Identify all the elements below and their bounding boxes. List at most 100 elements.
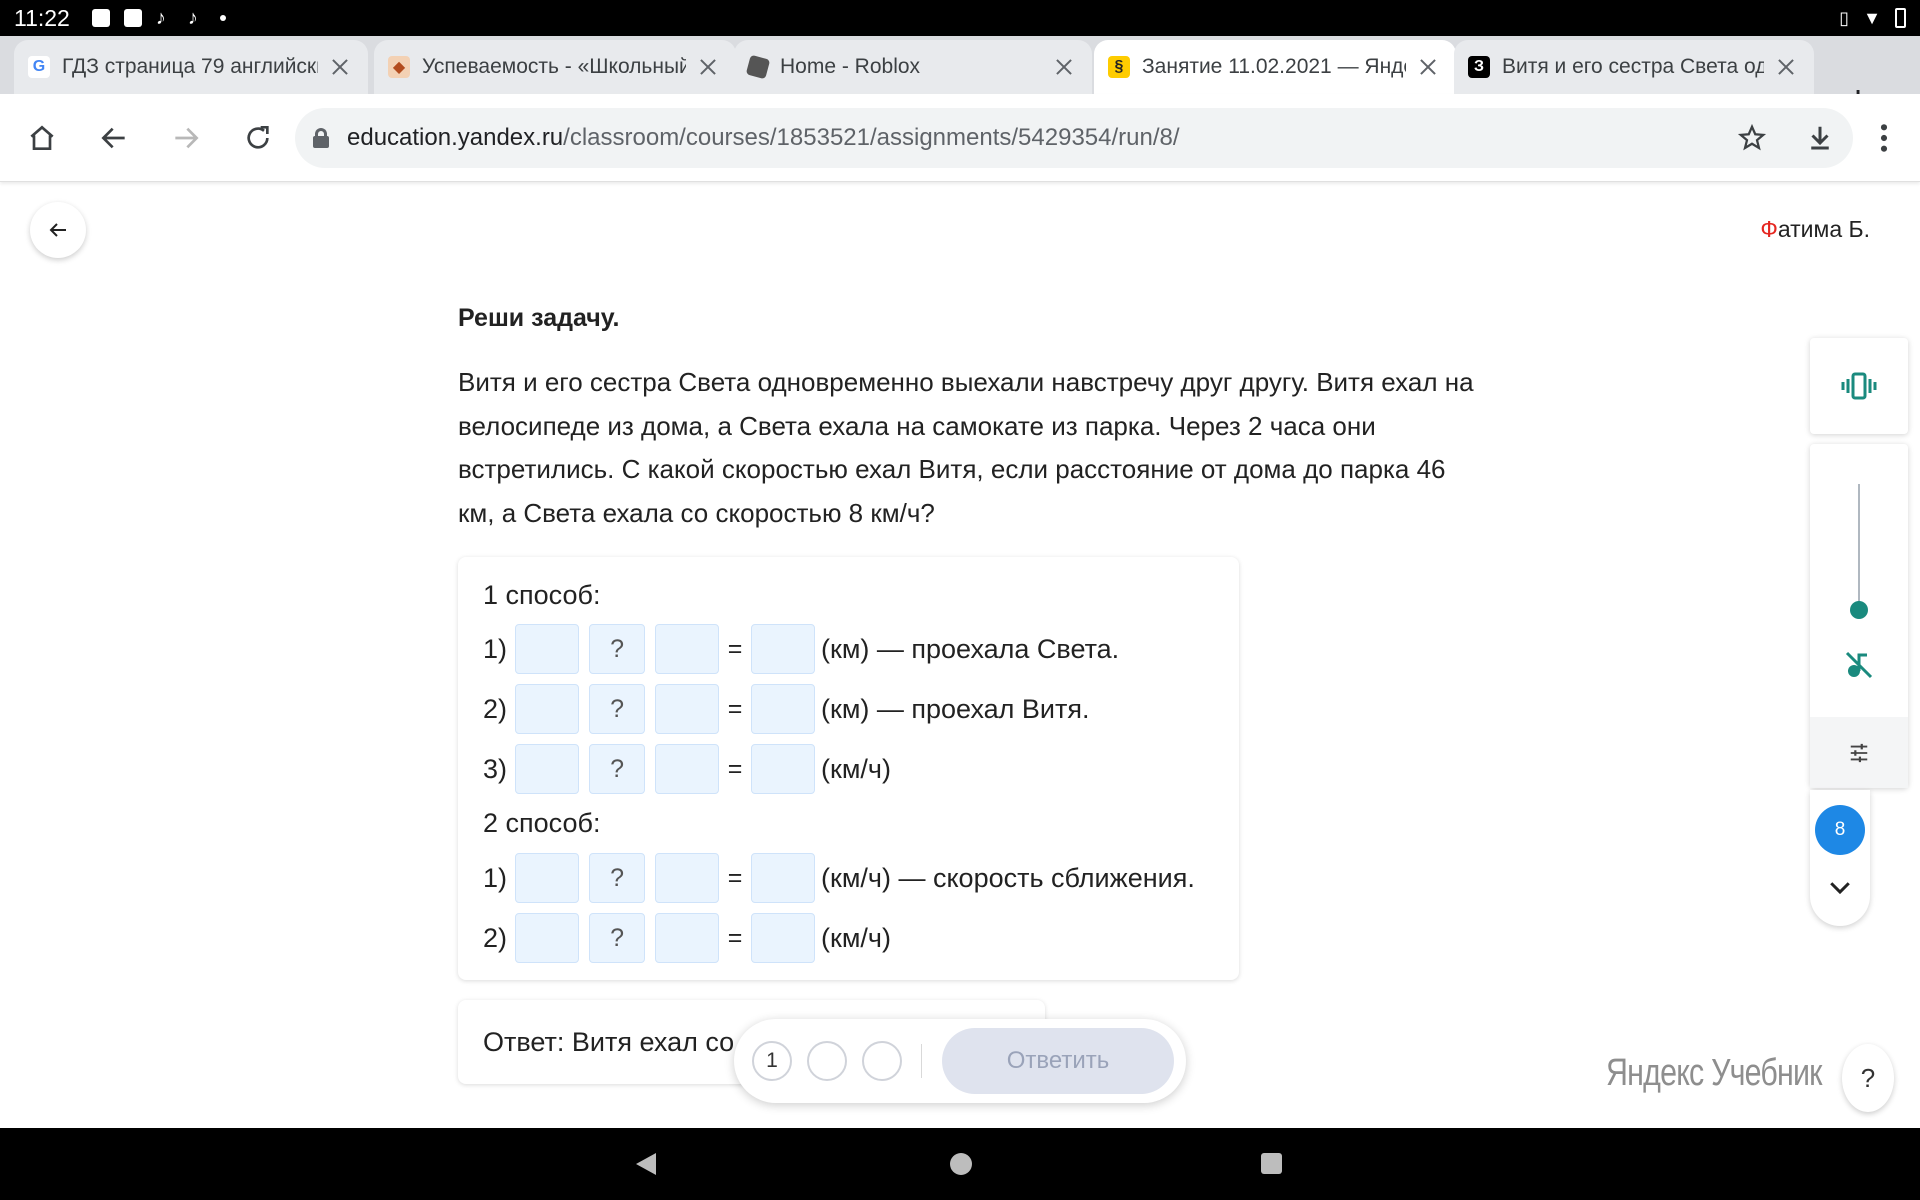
back-button[interactable]	[90, 114, 138, 162]
nav-recents-icon[interactable]	[1261, 1153, 1282, 1174]
equation-row: 1) ? = (км) — проехала Света.	[483, 623, 1119, 675]
back-to-course-button[interactable]	[30, 202, 86, 258]
vibration-button[interactable]	[1810, 338, 1908, 434]
equation-row: 2) ? = (км) — проехал Витя.	[483, 683, 1090, 735]
facebook-icon	[123, 9, 142, 27]
settings-button[interactable]	[1810, 717, 1908, 788]
operand-input[interactable]	[655, 684, 720, 734]
user-name-rest: атима Б.	[1777, 216, 1870, 242]
close-icon[interactable]	[694, 53, 722, 81]
address-bar[interactable]: education.yandex.ru/classroom/courses/18…	[295, 108, 1853, 168]
help-button[interactable]: ?	[1842, 1044, 1894, 1112]
page-3-button[interactable]	[862, 1041, 902, 1081]
close-icon[interactable]	[1050, 53, 1078, 81]
operator-select[interactable]: ?	[589, 744, 646, 794]
status-time: 11:22	[14, 4, 70, 31]
page-2-button[interactable]	[807, 1041, 847, 1081]
tab-title: Витя и его сестра Света одновременно	[1502, 55, 1764, 78]
menu-button[interactable]	[1860, 114, 1908, 162]
system-nav-bar	[0, 1128, 1920, 1200]
forward-button[interactable]	[162, 114, 210, 162]
reload-button[interactable]	[234, 114, 282, 162]
equation-row: 3) ? = (км/ч)	[483, 743, 891, 795]
music-off-icon[interactable]	[1843, 649, 1875, 681]
result-input[interactable]	[751, 744, 816, 794]
operand-input[interactable]	[655, 913, 720, 963]
nav-home-icon[interactable]	[950, 1153, 972, 1175]
result-input[interactable]	[751, 684, 816, 734]
operator-select[interactable]: ?	[589, 853, 646, 903]
tab-title: Home - Roblox	[780, 55, 921, 78]
equals-sign: =	[727, 754, 743, 783]
operand-input[interactable]	[655, 744, 720, 794]
row-number: 3)	[483, 753, 508, 784]
user-initial: Ф	[1760, 216, 1778, 242]
volume-slider-knob[interactable]	[1850, 601, 1868, 619]
tab-title: Успеваемость - «Школьный портал»	[422, 55, 686, 78]
user-name[interactable]: Фатима Б.	[1760, 216, 1870, 243]
tab-znanija[interactable]: З Витя и его сестра Света одновременно	[1454, 40, 1814, 94]
result-input[interactable]	[751, 853, 816, 903]
task-text: Витя и его сестра Света одновременно вые…	[458, 367, 1474, 528]
row-number: 1)	[483, 862, 508, 893]
notification-icons: ♪ ♪	[91, 7, 226, 29]
reload-icon	[247, 126, 269, 149]
tab-yandex-lesson[interactable]: § Занятие 11.02.2021 — Яндекс.Учебник	[1094, 40, 1456, 94]
tiktok-icon: ♪	[155, 7, 166, 29]
yandex-textbook-logo: Яндекс Учебник	[1606, 1052, 1822, 1094]
download-icon[interactable]	[1805, 123, 1835, 153]
operator-select[interactable]: ?	[589, 624, 646, 674]
close-icon[interactable]	[1414, 53, 1442, 81]
operand-input[interactable]	[515, 744, 580, 794]
operand-input[interactable]	[515, 624, 580, 674]
tab-gdz[interactable]: G ГДЗ страница 79 английский	[14, 40, 368, 94]
operator-select[interactable]: ?	[589, 684, 646, 734]
nav-back-icon[interactable]	[636, 1153, 656, 1175]
wifi-icon: ▼	[1863, 7, 1881, 28]
tab-title: ГДЗ страница 79 английский	[62, 55, 318, 78]
divider	[921, 1044, 922, 1078]
volume-slider-track[interactable]	[1858, 484, 1860, 610]
tab-roblox[interactable]: Home - Roblox	[734, 40, 1092, 94]
lock-icon	[313, 128, 329, 148]
task-navigator: 8	[1810, 790, 1870, 926]
chevron-down-icon[interactable]	[1825, 872, 1855, 902]
operand-input[interactable]	[655, 853, 720, 903]
solution-card: 1 способ: 1) ? = (км) — проехала Света. …	[458, 557, 1239, 980]
row-suffix: (км/ч) — скорость сближения.	[821, 862, 1195, 893]
result-input[interactable]	[751, 624, 816, 674]
current-task-number[interactable]: 8	[1815, 805, 1865, 855]
facebook-icon	[91, 9, 110, 27]
equation-row: 2) ? = (км/ч)	[483, 912, 891, 964]
more-vert-icon	[1880, 124, 1888, 152]
vibrate-icon	[1841, 372, 1877, 400]
pagination-bar: 1 Ответить	[734, 1019, 1186, 1103]
row-suffix: (км) — проехала Света.	[821, 633, 1120, 664]
result-input[interactable]	[751, 913, 816, 963]
arrow-left-icon	[101, 127, 125, 149]
tune-icon	[1850, 743, 1868, 762]
task-title: Реши задачу.	[458, 304, 620, 332]
operand-input[interactable]	[515, 853, 580, 903]
row-suffix: (км/ч)	[821, 922, 891, 953]
submit-answer-button[interactable]: Ответить	[942, 1028, 1174, 1094]
znanija-icon: З	[1468, 56, 1490, 78]
star-icon[interactable]	[1737, 123, 1767, 153]
page-1-button[interactable]: 1	[752, 1041, 792, 1081]
operand-input[interactable]	[655, 624, 720, 674]
equals-sign: =	[727, 634, 743, 663]
row-suffix: (км) — проехал Витя.	[821, 693, 1090, 724]
url-path: /classroom/courses/1853521/assignments/5…	[563, 124, 1180, 151]
operand-input[interactable]	[515, 684, 580, 734]
status-bar: 11:22 ♪ ♪ ▯ ▼	[0, 0, 1920, 36]
home-button[interactable]	[18, 114, 66, 162]
close-icon[interactable]	[1772, 53, 1800, 81]
row-number: 2)	[483, 922, 508, 953]
tab-school-portal[interactable]: ◆ Успеваемость - «Школьный портал»	[374, 40, 736, 94]
close-icon[interactable]	[326, 53, 354, 81]
arrow-left-icon	[49, 223, 66, 237]
arrow-right-icon	[175, 127, 199, 149]
tab-strip: G ГДЗ страница 79 английский ◆ Успеваемо…	[0, 36, 1920, 120]
operand-input[interactable]	[515, 913, 580, 963]
operator-select[interactable]: ?	[589, 913, 646, 963]
